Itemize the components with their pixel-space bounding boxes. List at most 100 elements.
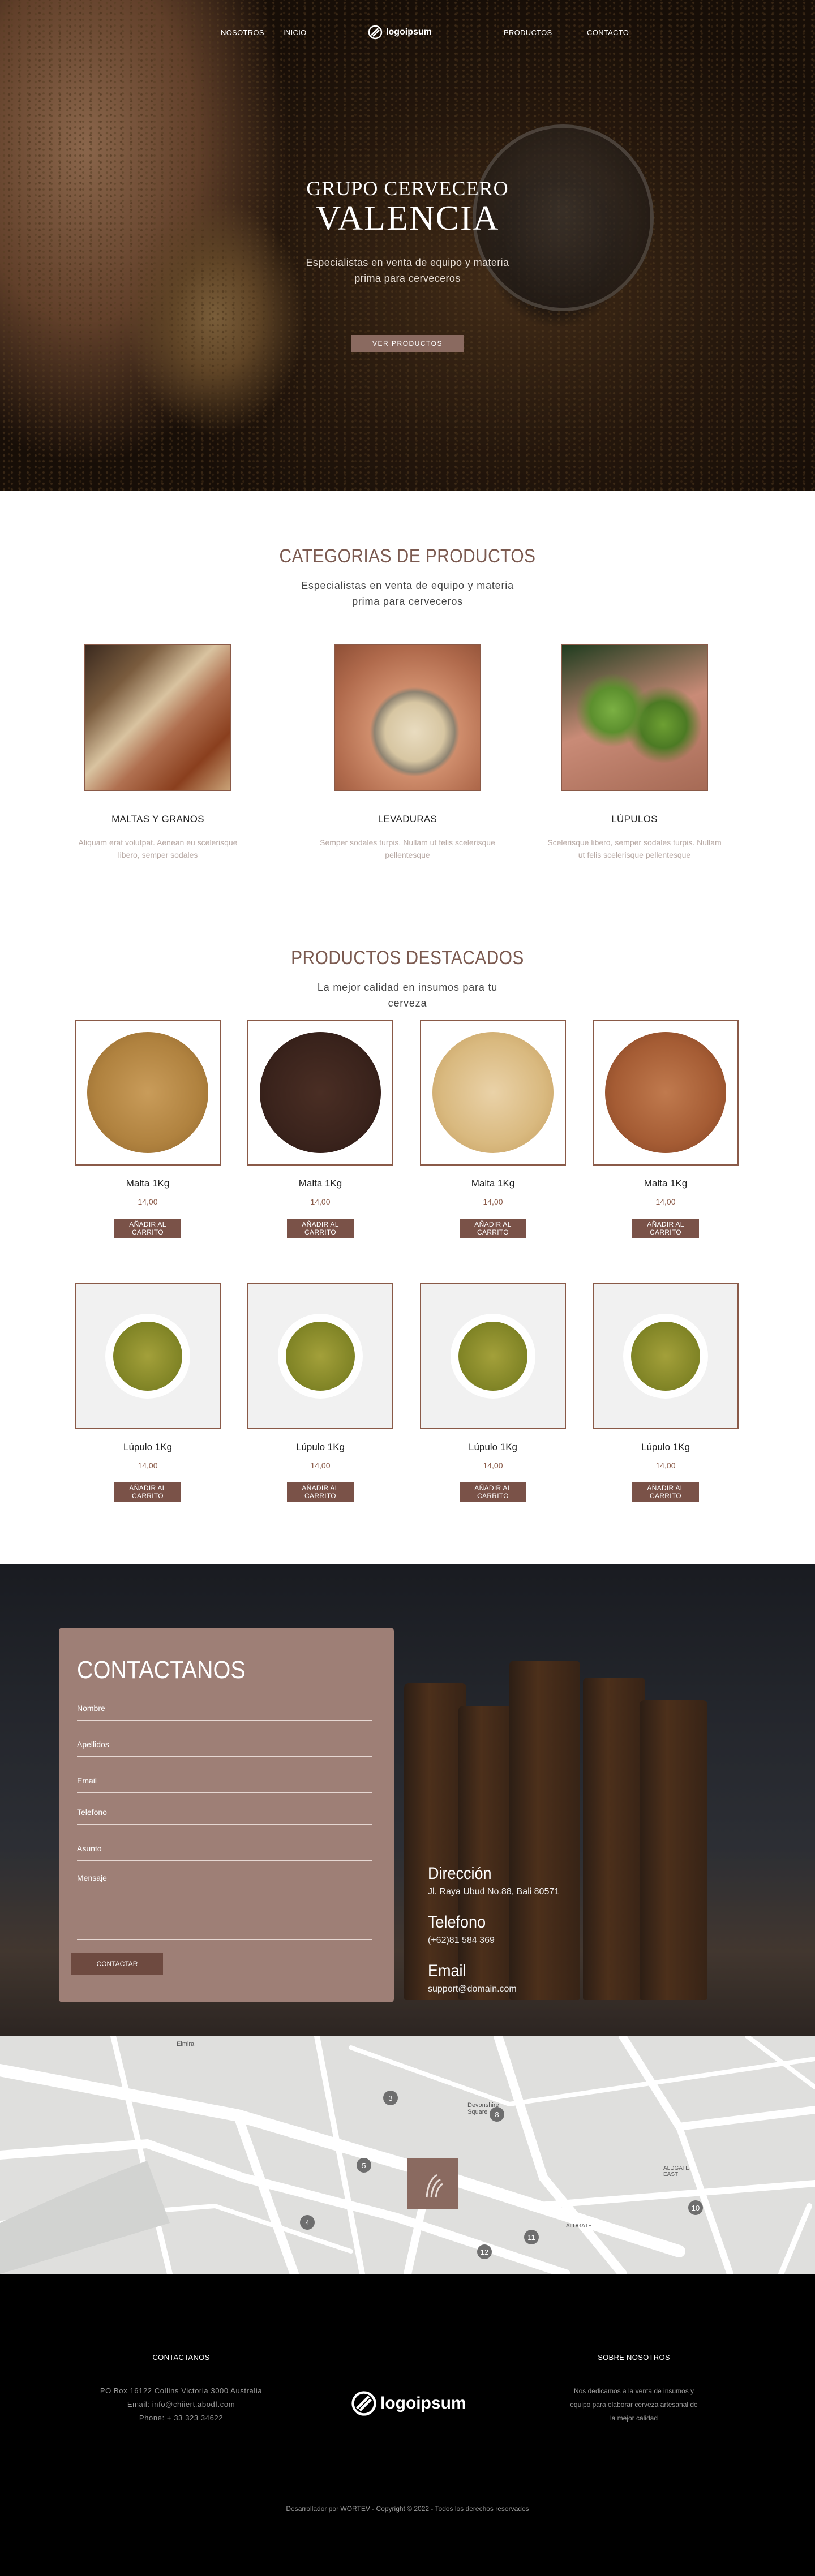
add-to-cart-button[interactable]: AÑADIR AL CARRITO [287,1482,354,1502]
footer-logo[interactable]: logoipsum [351,2390,466,2416]
subject-field[interactable]: Asunto [77,1844,372,1861]
product-image [432,1032,554,1153]
product-price: 14,00 [655,1197,676,1206]
map-pin[interactable]: 3 [383,2091,398,2105]
nav-item-productos[interactable]: PRODUCTOS [504,28,552,37]
email-field[interactable]: Email [77,1776,372,1793]
category-desc: Scelerisque libero, semper sodales turpi… [547,838,722,859]
logo-icon [351,2391,376,2416]
product-name: Malta 1Kg [471,1178,515,1189]
footer-address: PO Box 16122 Collins Victoria 3000 Austr… [100,2386,263,2395]
categories-section: CATEGORIAS DE PRODUCTOS Especialistas en… [0,491,815,921]
product-image [458,1322,527,1391]
product-card[interactable]: Malta 1Kg 14,00 AÑADIR AL CARRITO [592,1020,739,1238]
contact-form-title: CONTACTANOS [77,1656,246,1684]
phone-text: (+62)81 584 369 [428,1936,495,1945]
product-card[interactable]: Lúpulo 1Kg 14,00 AÑADIR AL CARRITO [592,1283,739,1502]
phone-field[interactable]: Telefono [77,1808,372,1825]
product-image [631,1322,700,1391]
featured-subtitle: La mejor calidad en insumos para tu cerv… [317,982,498,1009]
product-card[interactable]: Malta 1Kg 14,00 AÑADIR AL CARRITO [74,1020,221,1238]
address-title: Dirección [428,1864,492,1883]
message-field[interactable]: Mensaje [77,1873,372,1940]
product-price: 14,00 [483,1197,503,1206]
address-block: Dirección Jl. Raya Ubud No.88, Bali 8057… [428,1864,559,1897]
product-name: Malta 1Kg [644,1178,688,1189]
add-to-cart-button[interactable]: AÑADIR AL CARRITO [114,1219,181,1238]
product-name: Lúpulo 1Kg [123,1442,173,1452]
map-pin[interactable]: 11 [524,2230,539,2244]
email-text[interactable]: support@domain.com [428,1984,517,1994]
product-image-box [247,1020,393,1166]
footer-phone: Phone: + 33 323 34622 [139,2414,224,2422]
nav-item-inicio[interactable]: INICIO [283,28,307,37]
contact-form: CONTACTANOS Nombre Apellidos Email Telef… [59,1628,394,2002]
add-to-cart-button[interactable]: AÑADIR AL CARRITO [287,1219,354,1238]
product-image-box [75,1020,221,1166]
footer-about-line: Nos dedicamos a la venta de insumos y [573,2387,694,2395]
map-pin[interactable]: 8 [490,2107,504,2122]
product-name: Lúpulo 1Kg [295,1442,345,1452]
featured-section: PRODUCTOS DESTACADOS La mejor calidad en… [0,921,815,1564]
product-card[interactable]: Malta 1Kg 14,00 AÑADIR AL CARRITO [419,1020,567,1238]
map-pin[interactable]: 12 [477,2244,492,2259]
name-field[interactable]: Nombre [77,1704,372,1721]
categories-title: CATEGORIAS DE PRODUCTOS [279,545,536,567]
location-marker[interactable] [408,2158,458,2209]
product-card[interactable]: Lúpulo 1Kg 14,00 AÑADIR AL CARRITO [247,1283,394,1502]
product-image-box [420,1283,566,1429]
location-map[interactable]: Elmira Devonshire Square ALDGATE EAST AL… [0,2036,815,2274]
product-image [605,1032,726,1153]
email-title: Email [428,1962,466,1980]
add-to-cart-button[interactable]: AÑADIR AL CARRITO [632,1219,699,1238]
address-text: Jl. Raya Ubud No.88, Bali 80571 [428,1887,560,1896]
logo-icon [368,25,383,40]
phone-block: Telefono (+62)81 584 369 [428,1913,495,1946]
map-pin[interactable]: 4 [300,2215,315,2230]
nav-item-nosotros[interactable]: NOSOTROS [221,28,264,37]
product-card[interactable]: Lúpulo 1Kg 14,00 AÑADIR AL CARRITO [74,1283,221,1502]
map-pin[interactable]: 5 [357,2158,371,2173]
view-products-button[interactable]: VER PRODUCTOS [351,335,464,352]
product-price: 14,00 [138,1461,158,1470]
product-name: Malta 1Kg [126,1178,170,1189]
product-image-box [593,1020,739,1166]
product-image-box [420,1020,566,1166]
map-label: ALDGATE [566,2223,592,2229]
category-card-levaduras[interactable]: LEVADURAS Semper sodales turpis. Nullam … [317,644,498,861]
contact-submit-button[interactable]: CONTACTAR [71,1953,163,1975]
marker-logo-icon [426,2174,443,2198]
featured-title: PRODUCTOS DESTACADOS [291,947,524,969]
product-price: 14,00 [310,1461,331,1470]
category-name: LÚPULOS [611,814,658,824]
category-card-lupulos[interactable]: LÚPULOS Scelerisque libero, semper sodal… [544,644,725,861]
footer-about-line: la mejor calidad [610,2414,658,2422]
product-image [87,1032,208,1153]
product-card[interactable]: Lúpulo 1Kg 14,00 AÑADIR AL CARRITO [419,1283,567,1502]
category-image-levaduras [334,644,481,791]
footer: CONTACTANOS PO Box 16122 Collins Victori… [0,2274,815,2576]
product-image [113,1322,182,1391]
nav-item-contacto[interactable]: CONTACTO [587,28,629,37]
map-pin[interactable]: 10 [688,2200,703,2215]
logo-text: logoipsum [386,27,432,37]
add-to-cart-button[interactable]: AÑADIR AL CARRITO [632,1482,699,1502]
add-to-cart-button[interactable]: AÑADIR AL CARRITO [114,1482,181,1502]
add-to-cart-button[interactable]: AÑADIR AL CARRITO [460,1219,526,1238]
category-desc: Aliquam erat volutpat. Aenean eu sceleri… [78,838,238,859]
product-card[interactable]: Malta 1Kg 14,00 AÑADIR AL CARRITO [247,1020,394,1238]
add-to-cart-button[interactable]: AÑADIR AL CARRITO [460,1482,526,1502]
footer-email[interactable]: Email: info@chiiert.abodf.com [79,2398,283,2411]
category-name: MALTAS Y GRANOS [111,814,204,824]
product-name: Lúpulo 1Kg [468,1442,518,1452]
hero-subtitle: Especialistas en venta de equipo y mater… [306,257,509,284]
category-image-maltas [84,644,231,791]
footer-about-title: SOBRE NOSOTROS [598,2353,670,2362]
category-card-maltas[interactable]: MALTAS Y GRANOS Aliquam erat volutpat. A… [67,644,248,861]
surname-field[interactable]: Apellidos [77,1740,372,1757]
copyright: Desarrollador por WORTEV - Copyright © 2… [286,2505,529,2513]
header-logo[interactable]: logoipsum [368,25,432,40]
product-image [260,1032,381,1153]
product-image-box [247,1283,393,1429]
hero-section: NOSOTROS INICIO logoipsum PRODUCTOS CONT… [0,0,815,491]
